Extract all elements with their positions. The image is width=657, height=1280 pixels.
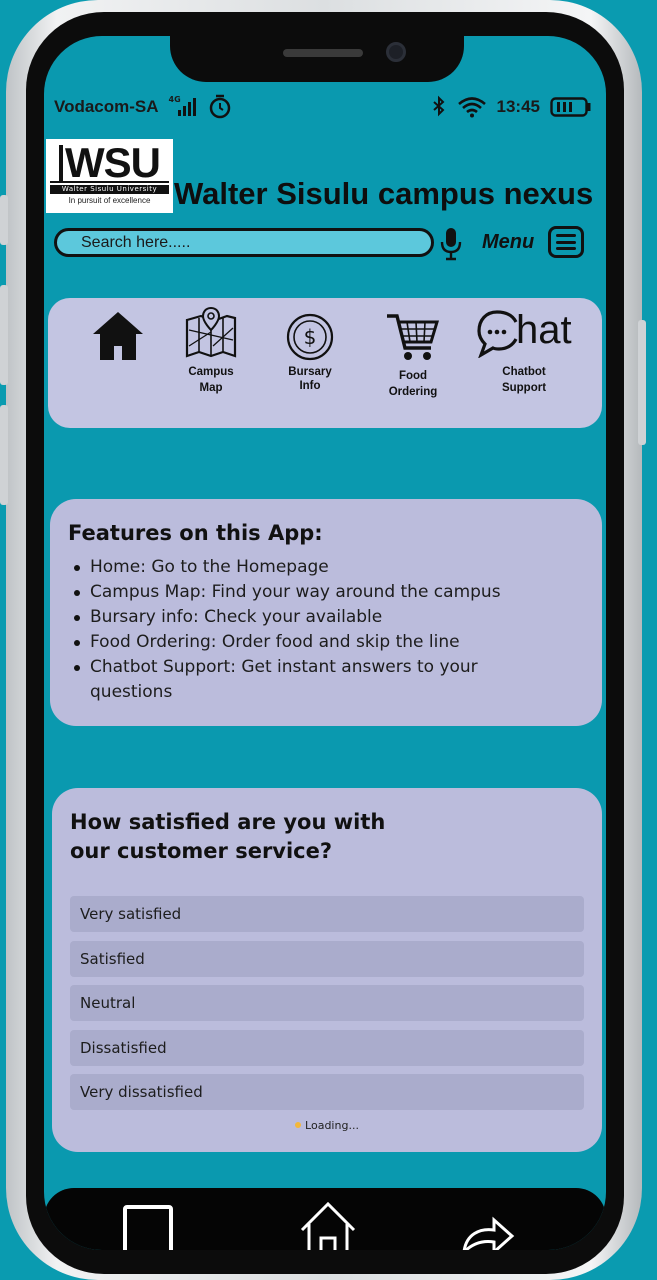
shopping-cart-icon: [387, 314, 440, 360]
chat-icon: hat: [474, 308, 574, 364]
speaker: [283, 49, 363, 57]
nav-label: Info: [299, 380, 321, 392]
svg-text:$: $: [304, 325, 317, 349]
status-bar: Vodacom-SA 4G 13:45: [54, 92, 592, 122]
app-screen: Vodacom-SA 4G 13:45 WSU Walter Sisulu Un…: [44, 36, 606, 1250]
nav-food-ordering[interactable]: Food Ordering: [368, 310, 458, 400]
nav-label: Campus: [188, 366, 234, 378]
clock: 13:45: [496, 97, 540, 116]
nav-label: Ordering: [388, 386, 438, 398]
map-icon: [185, 306, 237, 358]
bluetooth-icon: [432, 95, 444, 117]
features-title: Features on this App:: [68, 521, 323, 545]
loading-indicator: Loading...: [70, 1119, 584, 1132]
home-icon: [93, 312, 143, 360]
logo-mark: WSU: [59, 142, 161, 184]
survey-card: How satisfied are you with our customer …: [52, 788, 602, 1152]
nav-label: Bursary: [288, 366, 332, 378]
logo-university: Walter Sisulu University: [50, 185, 169, 194]
list-item: Chatbot Support: Get instant answers to …: [72, 655, 512, 705]
search-placeholder: Search here.....: [81, 233, 191, 251]
survey-option[interactable]: Neutral: [70, 985, 584, 1021]
app-title: Walter Sisulu campus nexus: [174, 176, 594, 211]
wsu-logo: WSU Walter Sisulu University In pursuit …: [46, 139, 173, 213]
nav-label: Support: [501, 382, 547, 394]
survey-options: Very satisfied Satisfied Neutral Dissati…: [70, 896, 584, 1110]
battery-icon: [550, 97, 591, 117]
alarm-icon: [209, 94, 230, 119]
front-camera: [386, 42, 406, 62]
carrier-name: Vodacom-SA: [54, 97, 159, 116]
list-item: Campus Map: Find your way around the cam…: [72, 580, 584, 605]
recent-apps-icon[interactable]: [122, 1204, 176, 1250]
list-item: Food Ordering: Order food and skip the l…: [72, 630, 584, 655]
back-arrow-icon[interactable]: [458, 1208, 518, 1250]
nav-label: Chatbot: [502, 366, 546, 378]
dollar-coin-icon: $: [286, 313, 334, 361]
list-item: Home: Go to the Homepage: [72, 555, 584, 580]
loading-text: Loading...: [305, 1118, 359, 1132]
wifi-icon: [457, 97, 486, 118]
nav-home[interactable]: [73, 308, 163, 368]
volume-up-button: [0, 285, 8, 385]
microphone-icon[interactable]: [438, 226, 464, 262]
loading-dot-icon: [295, 1121, 302, 1128]
survey-option[interactable]: Very satisfied: [70, 896, 584, 932]
nav-label: Map: [199, 382, 223, 394]
survey-question: How satisfied are you with our customer …: [70, 810, 386, 863]
hamburger-menu-icon[interactable]: [548, 226, 584, 258]
survey-option[interactable]: Dissatisfied: [70, 1029, 584, 1066]
nav-chatbot-support[interactable]: hat Chatbot Support: [474, 308, 574, 396]
chat-icon-text: hat: [516, 308, 572, 352]
nav-bursary-info[interactable]: $ Bursary Info: [265, 312, 355, 393]
list-item: Bursary info: Check your available: [72, 605, 584, 630]
features-card: Features on this App: Home: Go to the Ho…: [50, 499, 602, 726]
volume-down-button: [0, 405, 8, 505]
survey-option[interactable]: Satisfied: [70, 940, 584, 977]
power-button: [638, 320, 646, 445]
menu-label[interactable]: Menu: [482, 231, 534, 254]
nav-campus-map[interactable]: Campus Map: [166, 306, 256, 396]
home-nav-icon[interactable]: [298, 1202, 358, 1250]
quick-nav: Campus Map $ Bursary Info Food Ordering: [48, 298, 602, 428]
survey-option[interactable]: Very dissatisfied: [70, 1074, 584, 1110]
bottom-nav-bar: [44, 1188, 606, 1250]
network-type: 4G: [168, 94, 181, 104]
search-input[interactable]: Search here.....: [54, 228, 434, 257]
side-button: [0, 195, 8, 245]
nav-label: Food: [398, 370, 428, 382]
features-list: Home: Go to the Homepage Campus Map: Fin…: [68, 555, 584, 705]
logo-slogan: In pursuit of excellence: [68, 196, 151, 205]
notch: [170, 36, 464, 82]
